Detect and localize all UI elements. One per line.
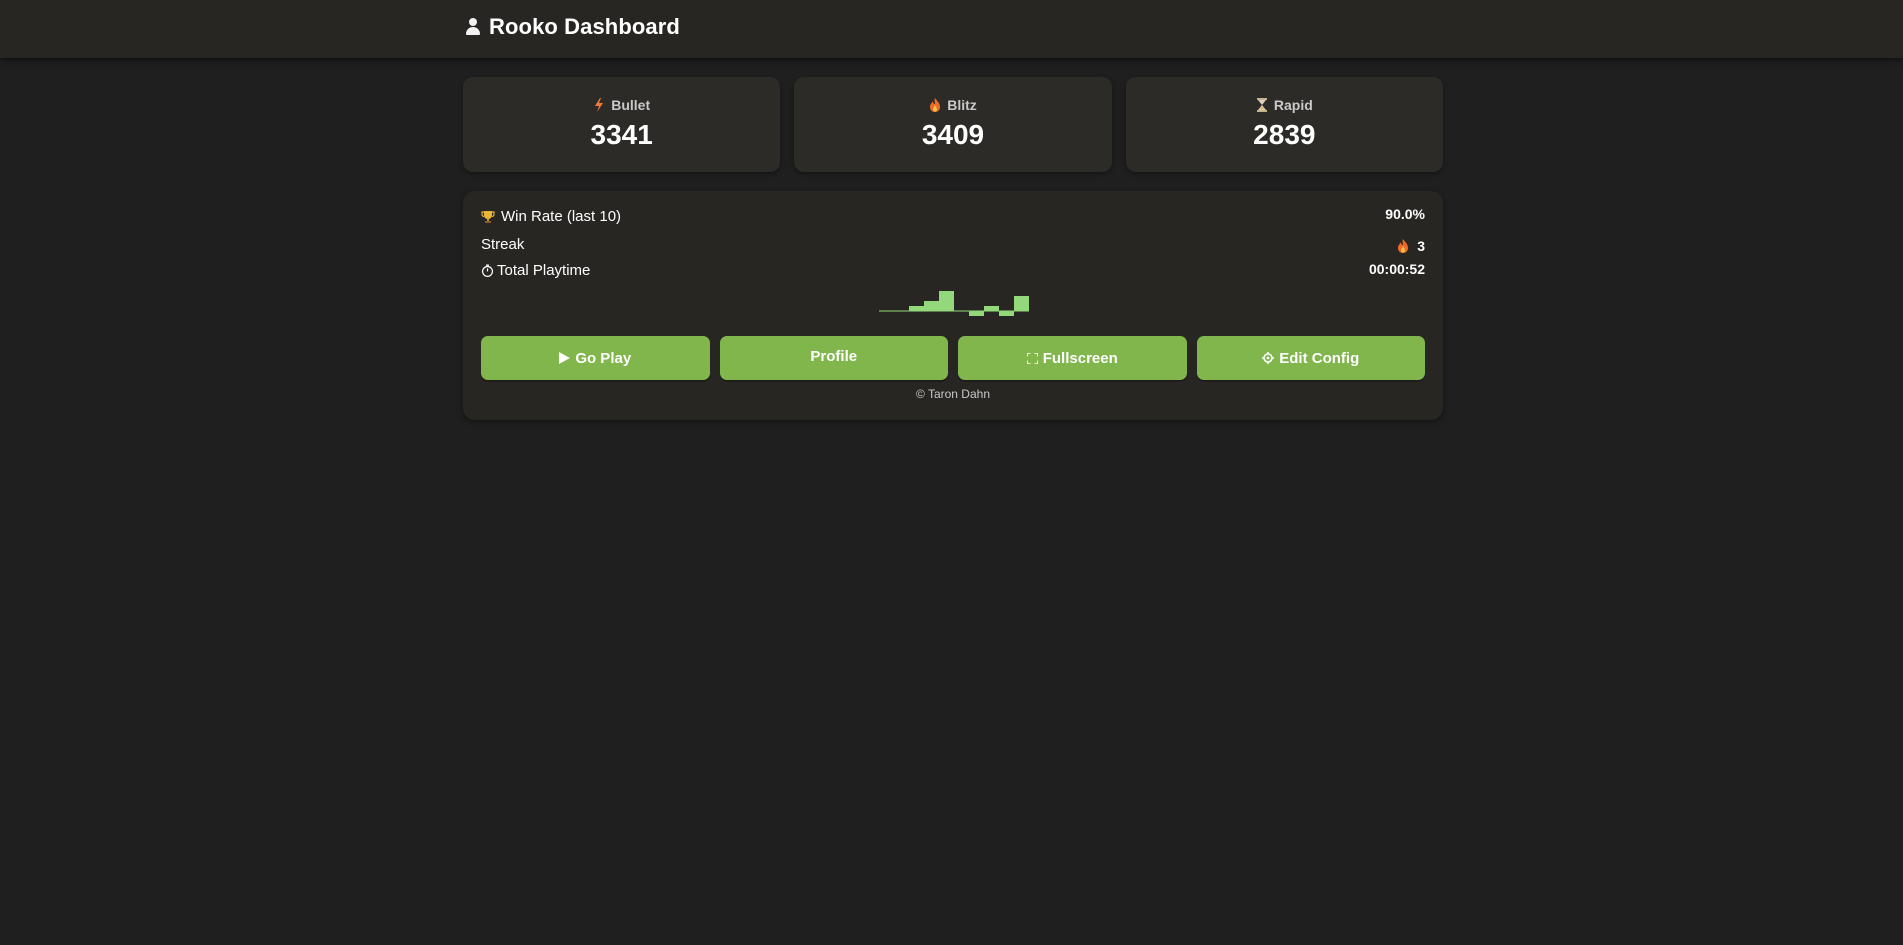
gear-icon (1262, 352, 1275, 364)
profile-button[interactable]: Profile (719, 336, 948, 380)
playtime-value: 00:00:52 (1368, 260, 1425, 277)
flame-icon (930, 98, 941, 112)
win-rate-row: Win Rate (last 10) 90.0% (481, 205, 1425, 225)
sparkline-bar (984, 306, 999, 311)
sparkline-bar (939, 291, 954, 311)
streak-row: Streak 3 (481, 234, 1425, 255)
rating-label: Bullet (611, 97, 651, 113)
rating-card-blitz: Blitz 3409 (794, 77, 1112, 172)
footer-credit: © Taron Dahn (916, 387, 990, 401)
stats-panel: Win Rate (last 10) 90.0% Streak 3 Total … (463, 191, 1443, 420)
win-rate-value: 90.0% (1385, 205, 1425, 222)
sparkline-bar (924, 301, 939, 311)
playtime-label: Total Playtime (497, 262, 591, 279)
results-sparkline (879, 291, 1029, 316)
stopwatch-icon (481, 264, 494, 277)
app-header: Rooko Dashboard (466, 14, 680, 40)
fullscreen-icon (1026, 352, 1038, 364)
app-title: Rooko Dashboard (489, 14, 680, 39)
trophy-icon (481, 210, 495, 223)
rating-value: 3409 (921, 119, 985, 150)
rating-card-rapid: Rapid 2839 (1125, 77, 1443, 172)
win-rate-label: Win Rate (last 10) (501, 208, 622, 225)
edit-config-button[interactable]: Edit Config (1196, 336, 1425, 380)
fullscreen-label: Fullscreen (1042, 349, 1118, 367)
go-play-label: Go Play (575, 349, 632, 367)
go-play-button[interactable]: Go Play (481, 336, 710, 380)
user-icon (466, 18, 480, 36)
action-buttons: Go Play Profile Fullscreen Edit Config (481, 336, 1425, 380)
fullscreen-button[interactable]: Fullscreen (958, 336, 1187, 380)
lightning-icon (595, 98, 604, 112)
streak-value-group: 3 (1397, 238, 1425, 254)
rating-value: 2839 (1253, 119, 1316, 150)
win-rate-label-group: Win Rate (last 10) (481, 208, 621, 225)
edit-config-label: Edit Config (1279, 349, 1360, 367)
rating-card-bullet: Bullet 3341 (463, 77, 781, 172)
top-bar: Rooko Dashboard (0, 0, 1903, 58)
rating-label: Blitz (947, 97, 977, 113)
profile-label: Profile (810, 348, 858, 365)
sparkline-bar (999, 311, 1014, 316)
streak-value: 3 (1417, 238, 1425, 254)
rating-value: 3341 (590, 119, 653, 150)
rating-label: Rapid (1273, 97, 1313, 113)
rating-header: Rapid (1256, 97, 1313, 113)
sparkline-bar (909, 306, 924, 311)
rating-header: Blitz (929, 97, 977, 113)
play-icon (559, 352, 571, 364)
playtime-label-group: Total Playtime (481, 262, 590, 279)
flame-icon (1398, 239, 1409, 253)
rating-header: Bullet (593, 97, 650, 113)
streak-label: Streak (481, 235, 525, 253)
hourglass-icon (1256, 98, 1267, 112)
playtime-row: Total Playtime 00:00:52 (481, 260, 1425, 279)
sparkline-bar (969, 311, 984, 316)
sparkline-bar (1014, 296, 1029, 311)
ratings-row: Bullet 3341 Blitz 3409 Rapid 2839 (463, 77, 1443, 172)
